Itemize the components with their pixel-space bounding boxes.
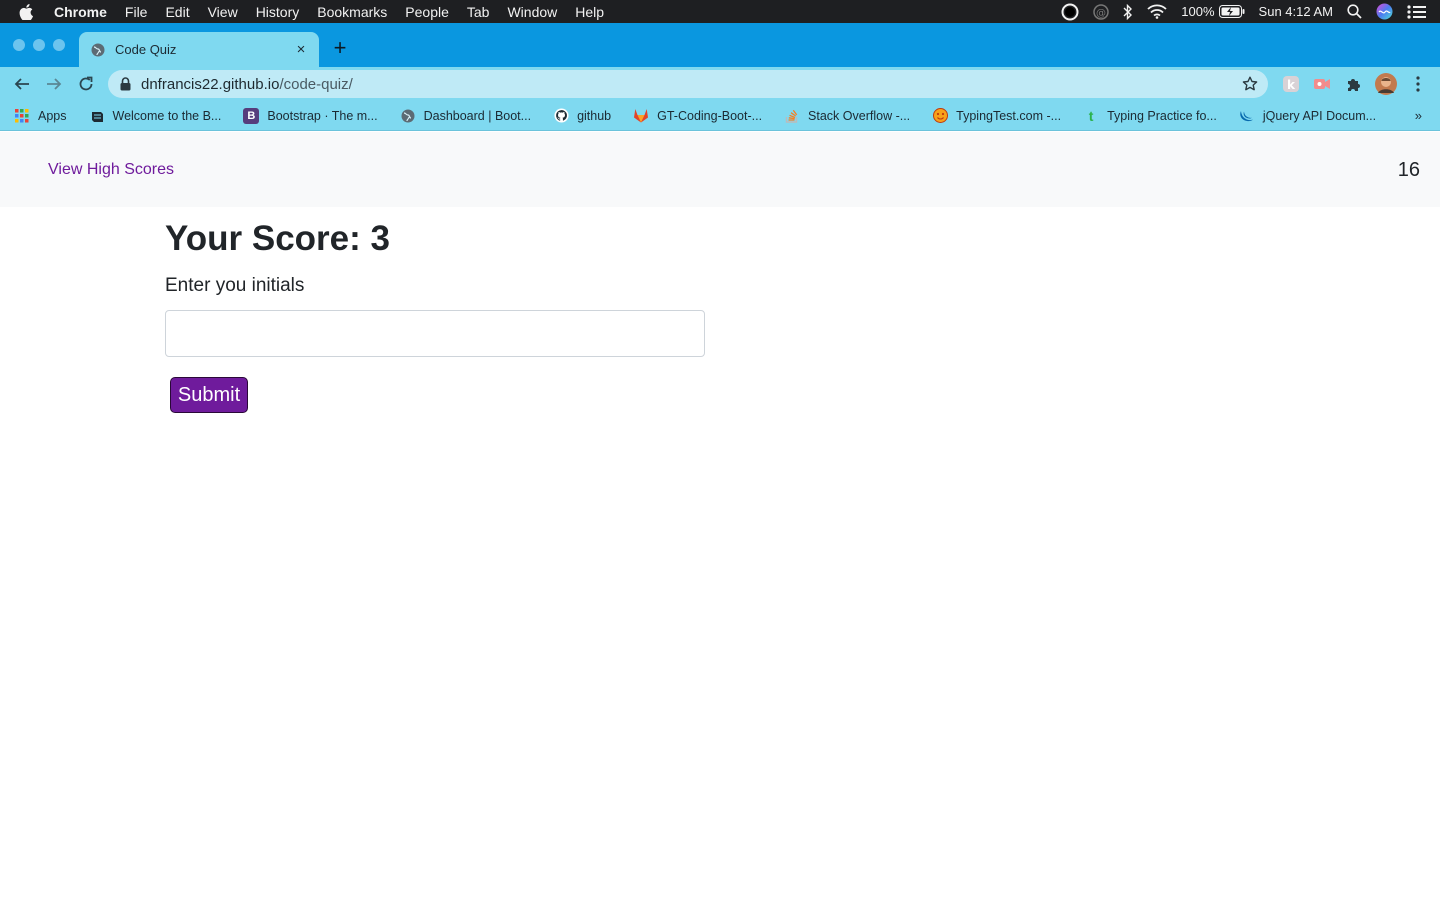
window-controls (13, 39, 65, 51)
bookmark-welcome[interactable]: Welcome to the B... (89, 108, 222, 124)
bookmark-dashboard[interactable]: Dashboard | Boot... (400, 108, 531, 124)
forward-arrow-icon[interactable] (43, 73, 65, 95)
tab-close-icon[interactable]: × (289, 41, 313, 58)
url-host: dnfrancis22.github.io (141, 75, 280, 93)
stackoverflow-icon (784, 108, 800, 124)
menu-app-chrome[interactable]: Chrome (54, 4, 107, 20)
view-high-scores-link[interactable]: View High Scores (48, 161, 174, 179)
wifi-icon[interactable] (1147, 4, 1167, 19)
bluetooth-icon[interactable] (1123, 3, 1133, 20)
svg-text:k: k (1287, 78, 1296, 92)
tab-title: Code Quiz (115, 42, 177, 57)
lock-icon[interactable] (120, 77, 131, 91)
menu-people[interactable]: People (405, 4, 449, 20)
battery-percent: 100% (1181, 4, 1215, 19)
menu-file[interactable]: File (125, 4, 148, 20)
address-bar[interactable]: dnfrancis22.github.io/code-quiz/ (108, 70, 1268, 98)
browser-tab-strip: Code Quiz × + (0, 23, 1440, 67)
new-tab-button[interactable]: + (330, 36, 350, 60)
macos-menu-bar: Chrome File Edit View History Bookmarks … (0, 0, 1440, 23)
battery-icon (1218, 5, 1245, 18)
record-icon[interactable] (1061, 3, 1079, 21)
submit-button[interactable]: Submit (170, 377, 248, 413)
battery-indicator[interactable]: 100% (1181, 4, 1245, 19)
bookmark-apps[interactable]: Apps (14, 108, 67, 124)
typingtest-icon (932, 108, 948, 124)
url-path: /code-quiz/ (279, 75, 353, 93)
github-icon (553, 108, 569, 124)
spotlight-search-icon[interactable] (1347, 4, 1362, 19)
menu-history[interactable]: History (256, 4, 300, 20)
jquery-icon (1239, 108, 1255, 124)
profile-avatar[interactable] (1375, 73, 1397, 95)
bookmark-label: github (577, 108, 612, 123)
browser-toolbar: dnfrancis22.github.io/code-quiz/ k (0, 67, 1440, 101)
bookmark-jquery[interactable]: jQuery API Docum... (1239, 108, 1376, 124)
bookmark-label: jQuery API Docum... (1262, 108, 1377, 123)
bookmark-github[interactable]: github (553, 108, 611, 124)
gitlab-icon (633, 108, 649, 124)
bookmark-label: TypingTest.com -... (956, 108, 1062, 123)
reload-icon[interactable] (75, 73, 97, 95)
globe-icon (91, 43, 105, 57)
bookmark-label: Bootstrap · The m... (267, 108, 378, 123)
window-minimize-button[interactable] (33, 39, 45, 51)
score-heading: Your Score: 3 (165, 219, 390, 258)
bookmark-stackoverflow[interactable]: Stack Overflow -... (784, 108, 910, 124)
at-sign-icon[interactable]: @ (1093, 3, 1110, 20)
tab-code-quiz[interactable]: Code Quiz × (79, 32, 319, 67)
window-zoom-button[interactable] (53, 39, 65, 51)
bookmarks-overflow-chevron-icon[interactable]: » (1415, 108, 1422, 123)
siri-icon[interactable] (1376, 3, 1393, 20)
bookmark-label: Apps (38, 108, 67, 123)
bookmarks-bar: Apps Welcome to the B... B Bootstrap · T… (0, 101, 1440, 131)
quiz-timer: 16 (1397, 159, 1420, 181)
globe-icon (400, 108, 416, 124)
apple-icon[interactable] (19, 3, 39, 20)
bookmark-star-icon[interactable] (1242, 76, 1258, 92)
menu-bookmarks[interactable]: Bookmarks (317, 4, 387, 20)
bookmark-typing-practice[interactable]: t Typing Practice fo... (1083, 108, 1217, 124)
window-close-button[interactable] (13, 39, 25, 51)
clock[interactable]: Sun 4:12 AM (1259, 4, 1333, 19)
typing-icon: t (1088, 107, 1094, 124)
control-center-icon[interactable] (1407, 4, 1426, 19)
extension-record-icon[interactable] (1312, 74, 1332, 94)
status-area: @ 100% Sun 4:12 AM (1061, 0, 1440, 23)
menu-window[interactable]: Window (507, 4, 557, 20)
bookmark-label: Welcome to the B... (112, 108, 222, 123)
bootcamp-icon (89, 108, 105, 124)
bookmark-label: GT-Coding-Boot-... (657, 108, 763, 123)
bookmark-label: Dashboard | Boot... (423, 108, 532, 123)
menu-view[interactable]: View (208, 4, 238, 20)
bookmark-bootstrap[interactable]: B Bootstrap · The m... (243, 107, 378, 124)
extension-k-icon[interactable]: k (1281, 74, 1301, 94)
menu-help[interactable]: Help (575, 4, 604, 20)
back-arrow-icon[interactable] (11, 73, 33, 95)
bootstrap-icon: B (243, 107, 260, 124)
initials-input[interactable] (165, 310, 705, 357)
menu-tab[interactable]: Tab (467, 4, 490, 20)
svg-text:@: @ (1096, 8, 1106, 19)
bookmark-label: Stack Overflow -... (808, 108, 911, 123)
extensions-puzzle-icon[interactable] (1344, 74, 1364, 94)
initials-label: Enter you initials (165, 275, 305, 296)
bookmark-label: Typing Practice fo... (1107, 108, 1217, 123)
bookmark-gitlab[interactable]: GT-Coding-Boot-... (633, 108, 762, 124)
bookmark-typingtest[interactable]: TypingTest.com -... (932, 108, 1061, 124)
page-navbar: View High Scores 16 (0, 132, 1440, 207)
menu-edit[interactable]: Edit (165, 4, 189, 20)
chrome-menu-icon[interactable] (1408, 74, 1428, 94)
web-page: View High Scores 16 Your Score: 3 Enter … (0, 132, 1440, 900)
apps-grid-icon (14, 108, 30, 124)
